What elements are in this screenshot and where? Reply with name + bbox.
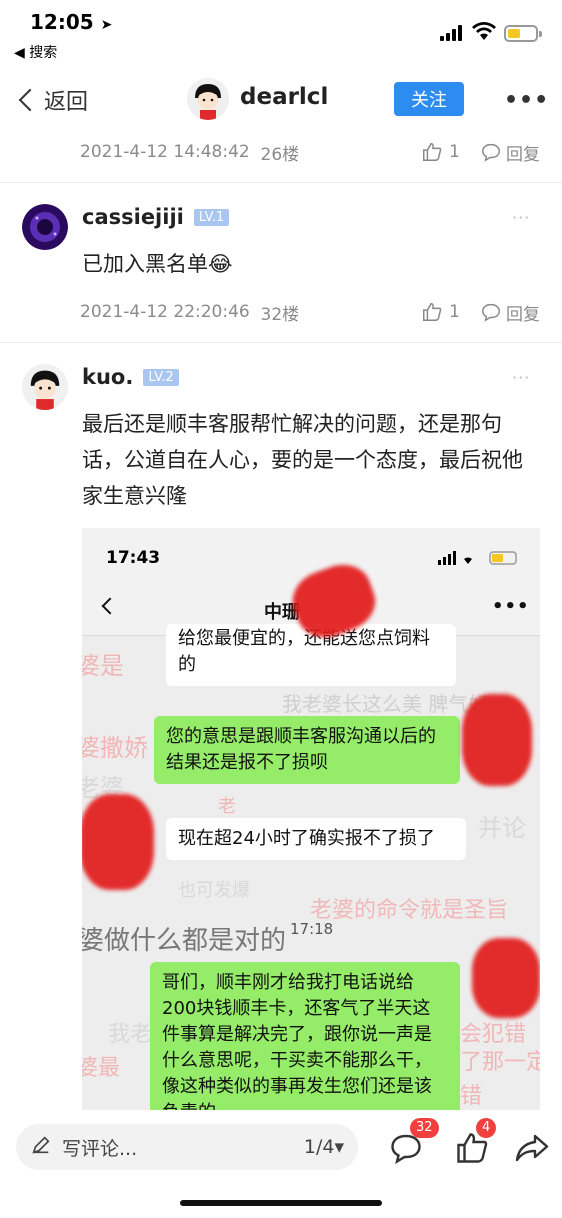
post-more-icon[interactable]: ··· (512, 368, 530, 387)
cartoon-avatar-icon (187, 78, 229, 120)
share-icon[interactable] (514, 1130, 550, 1166)
pencil-icon (30, 1134, 52, 1161)
post-floor: 32楼 (260, 304, 300, 325)
wallpaper-text: 老婆的命令就是圣旨 (310, 898, 509, 923)
wallpaper-text: 并论 (478, 814, 526, 842)
like-count-badge: 4 (476, 1118, 497, 1138)
speech-bubble-icon (482, 143, 500, 162)
like-count: 1 (449, 302, 460, 322)
chat-timestamp: 17:18 (290, 920, 334, 938)
post-floor: 26楼 (260, 144, 300, 165)
avatar[interactable] (22, 364, 68, 410)
redaction-mark (462, 694, 532, 786)
level-badge: LV.2 (143, 368, 179, 386)
top-nav: 返回 dearlcl 关注 ••• (0, 66, 562, 132)
wallpaper-text: 了那一定 (460, 1050, 540, 1075)
back-label: 返回 (44, 90, 89, 115)
more-options-icon: ••• (492, 596, 530, 617)
image-status-icons (438, 551, 517, 565)
wallpaper-text: 老 (218, 796, 236, 817)
post-author: cassiejiji LV.1 (82, 205, 230, 229)
comment-count-badge: 32 (410, 1118, 439, 1138)
level-badge: LV.1 (193, 208, 230, 226)
comment-input[interactable]: 写评论... 1/4▾ (16, 1124, 358, 1170)
follow-button[interactable]: 关注 (394, 82, 464, 116)
image-status-time: 17:43 (106, 548, 161, 568)
chevron-left-icon (18, 88, 42, 112)
like-button[interactable]: 1 (421, 141, 480, 163)
attached-image[interactable]: 17:43 中珊 ••• 婆是 我老婆长这么美 脾气好 婆撒娇 老婆 老 并论 … (82, 528, 540, 1110)
image-status-bar: 17:43 (82, 528, 540, 578)
home-indicator (180, 1200, 382, 1206)
comment-placeholder: 写评论... (62, 1137, 138, 1160)
post-author: kuo. LV.2 (82, 365, 179, 389)
back-to-app-link[interactable]: ◀ 搜索 (14, 42, 57, 62)
post-meta: 2021-4-12 14:48:42 26楼 1 回复 (80, 137, 540, 167)
post-date: 2021-4-12 22:20:46 (80, 302, 250, 322)
thumbs-up-icon (423, 303, 442, 321)
cell-signal-icon (440, 25, 464, 41)
page-selector[interactable]: 1/4▾ (304, 1136, 344, 1158)
reply-label: 回复 (506, 304, 540, 325)
wallpaper-text: 婆是 (82, 652, 124, 680)
redaction-mark (472, 938, 540, 1018)
thread-username[interactable]: dearlcl (240, 84, 328, 110)
like-count: 1 (449, 142, 460, 162)
wallpaper-text: 我老婆长这么美 脾气好 (282, 692, 489, 716)
wallpaper-text: 婆最 (82, 1056, 121, 1081)
back-button[interactable]: 返回 (16, 84, 88, 116)
battery-icon (504, 25, 542, 42)
chevron-left-icon (101, 597, 119, 615)
divider (0, 182, 562, 183)
reply-button[interactable]: 回复 (480, 300, 540, 325)
speech-bubble-icon (482, 303, 500, 322)
chat-message-sent: 哥们，顺丰刚才给我打电话说给200块钱顺丰卡，还客气了半天这件事算是解决完了，跟… (150, 962, 460, 1110)
avatar[interactable] (187, 78, 229, 120)
post-meta: 2021-4-12 22:20:46 32楼 1 回复 (80, 297, 540, 327)
cartoon-avatar-icon (22, 364, 68, 410)
status-bar: 12:05 ➤ ◀ 搜索 (0, 0, 562, 66)
wallpaper-text: 我老 (108, 1022, 153, 1047)
username[interactable]: cassiejiji (82, 205, 184, 229)
more-options-icon[interactable]: ••• (504, 88, 549, 113)
post-content: 最后还是顺丰客服帮忙解决的问题，还是那句话，公道自在人心，要的是一个态度，最后祝… (82, 412, 523, 508)
post-content: 已加入黑名单😂 (82, 252, 233, 276)
avatar[interactable] (22, 204, 68, 250)
thumbs-up-icon (423, 143, 442, 161)
post-date: 2021-4-12 14:48:42 (80, 142, 250, 162)
divider (0, 342, 562, 343)
status-time: 12:05 ➤ (30, 10, 113, 34)
post-more-icon[interactable]: ··· (512, 208, 530, 227)
wallpaper-text: 错 (460, 1084, 483, 1109)
chat-message-received: 现在超24小时了确实报不了损了 (166, 818, 466, 860)
like-button[interactable]: 1 (421, 301, 480, 323)
galaxy-avatar-icon (22, 204, 68, 250)
wifi-icon (472, 22, 496, 40)
username[interactable]: kuo. (82, 365, 133, 389)
wallpaper-text: 婆撒娇 (82, 734, 148, 762)
wallpaper-text: 也可发爆 (178, 880, 250, 901)
chat-message-sent: 您的意思是跟顺丰客服沟通以后的结果还是报不了损呗 (154, 716, 460, 784)
location-arrow-icon: ➤ (100, 17, 113, 33)
reply-label: 回复 (506, 144, 540, 165)
wallpaper-text: 婆做什么都是对的 (82, 926, 287, 956)
redaction-mark (82, 794, 154, 890)
reply-button[interactable]: 回复 (480, 140, 540, 165)
